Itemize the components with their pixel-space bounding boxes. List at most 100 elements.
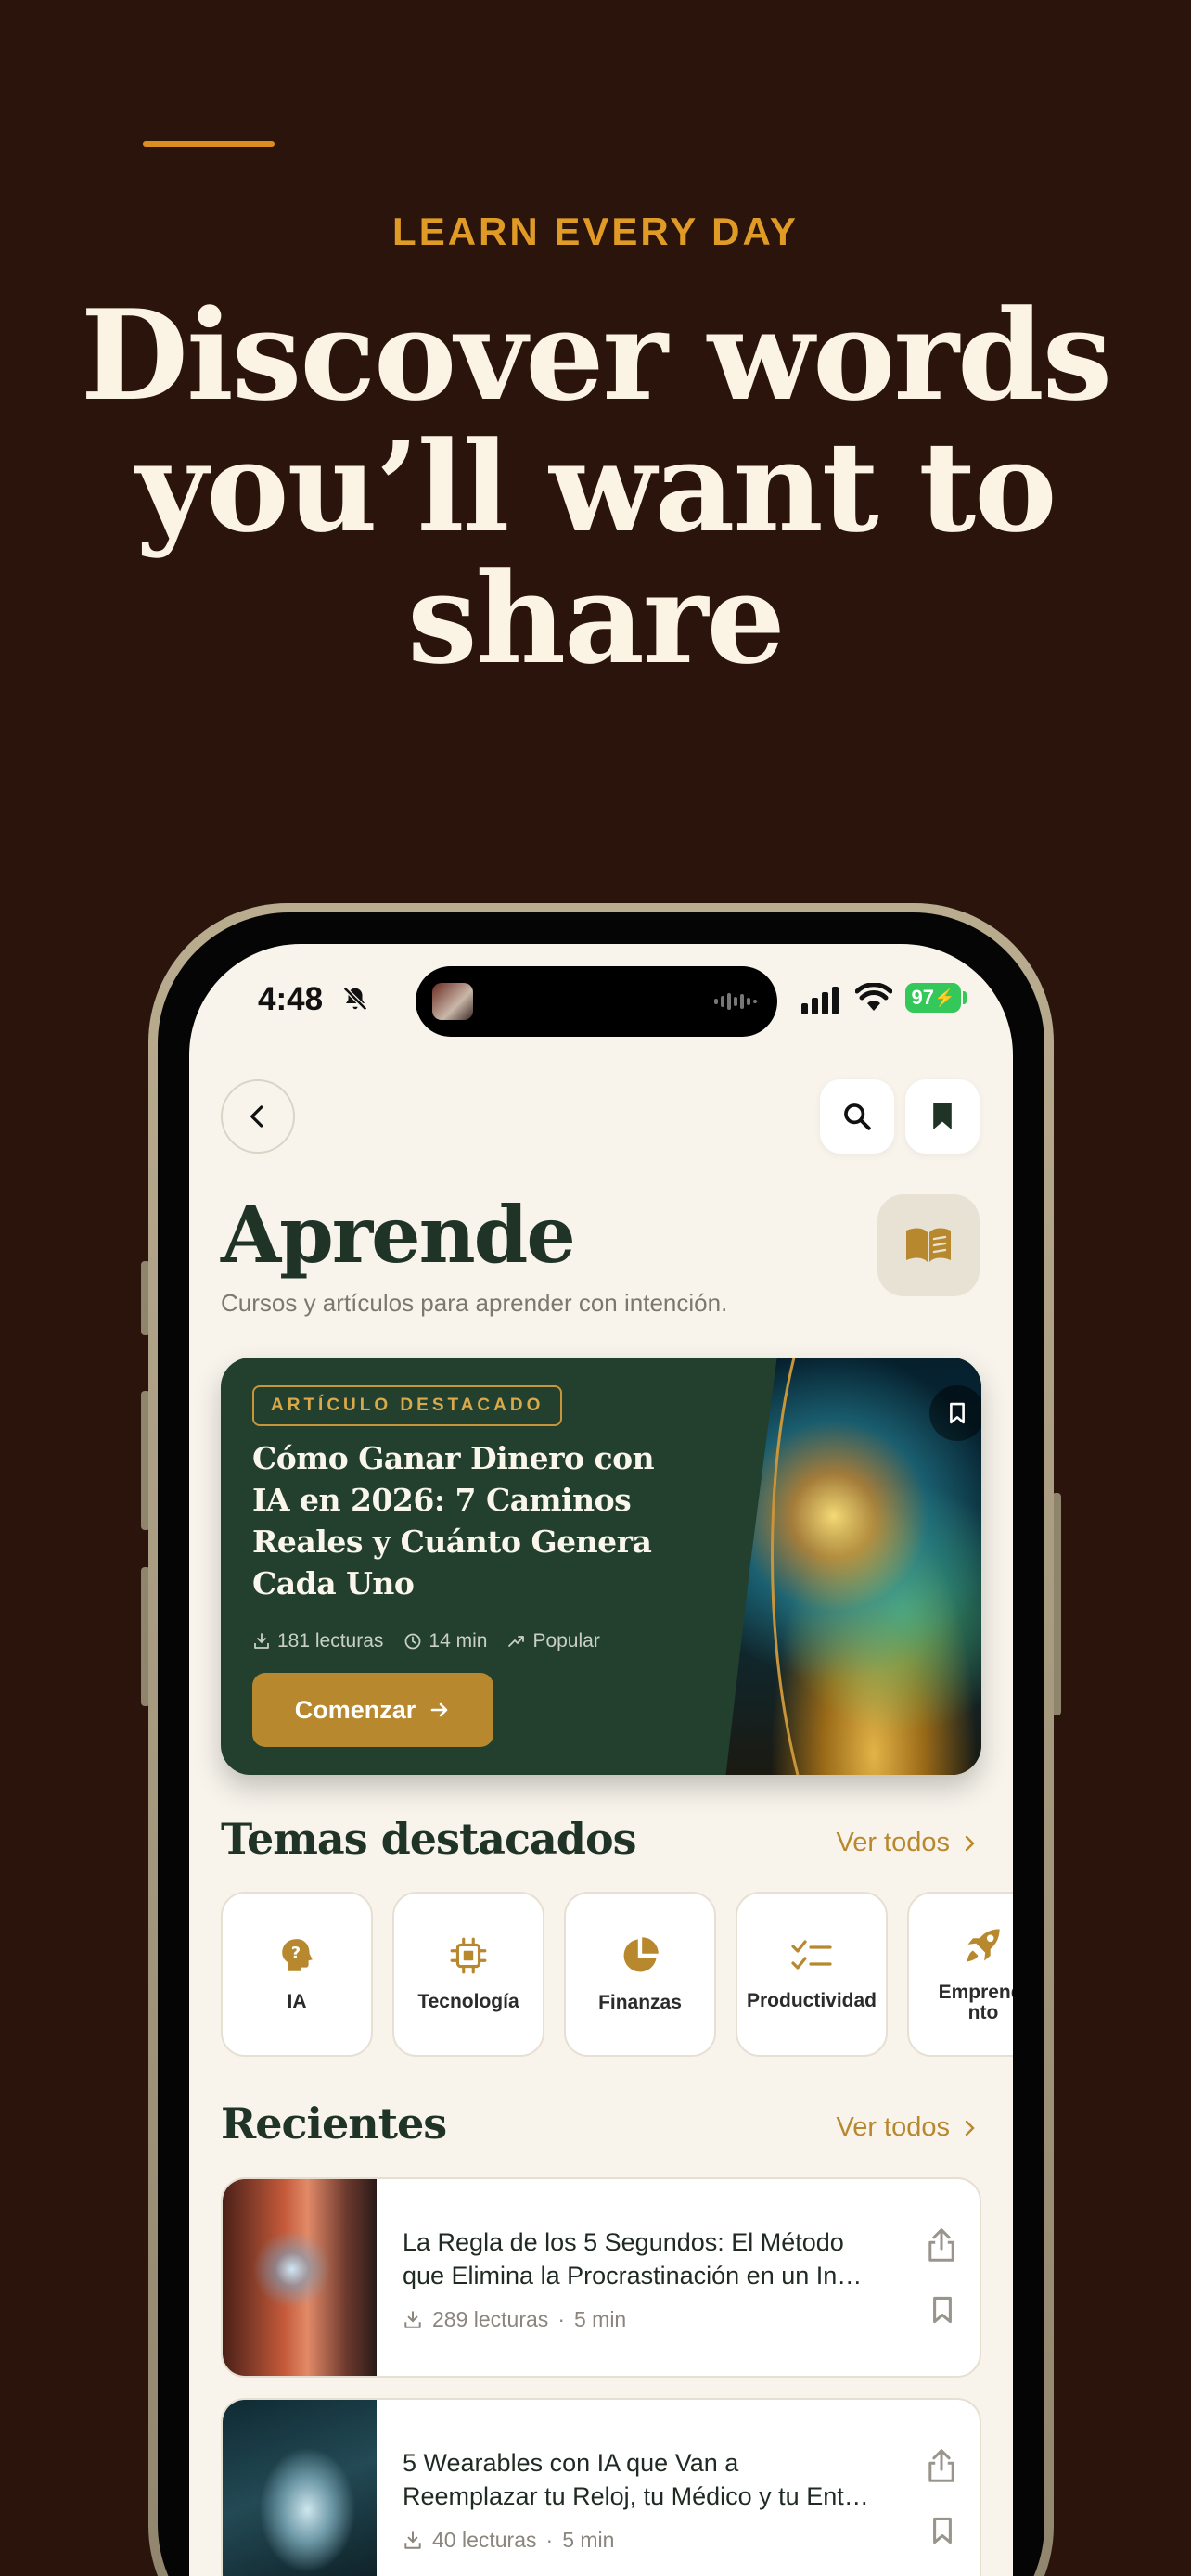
battery-indicator: 97 ⚡ [905,983,961,1013]
article-title: 5 Wearables con IA que Van a Reemplazar … [403,2446,903,2513]
share-icon[interactable] [926,2448,957,2483]
library-button[interactable] [877,1194,980,1296]
topic-chip-ia[interactable]: ? IA [221,1892,373,2057]
featured-title-line: Cada Uno [252,1565,415,1601]
featured-article-card[interactable]: ARTÍCULO DESTACADO Cómo Ganar Dinero con… [221,1358,981,1775]
featured-tag-text: Popular [532,1630,600,1651]
svg-text:?: ? [291,1944,301,1963]
article-title-line: 5 Wearables con IA que Van a [403,2449,739,2477]
brain-question-icon: ? [282,1939,313,1971]
article-title-line: Reemplazar tu Reloj, tu Médico y tu Ent… [403,2482,869,2510]
status-time: 4:48 [258,981,324,1017]
recent-article-card[interactable]: La Regla de los 5 Segundos: El Método qu… [221,2177,981,2378]
bookmark-outline-icon [950,1402,965,1424]
chip-icon [450,1937,487,1974]
see-all-label: Ver todos [836,2112,950,2142]
hero-headline: Discover words you’ll want to share [56,289,1135,684]
open-book-icon [906,1228,951,1262]
featured-badge: ARTÍCULO DESTACADO [252,1385,563,1426]
chevron-right-icon [965,2120,975,2136]
recent-see-all-link[interactable]: Ver todos [836,2112,976,2143]
article-meta: 289 lecturas · 5 min [403,2307,626,2332]
featured-duration-text: 14 min [429,1630,488,1651]
topic-chip-emprendimiento[interactable]: Emprendi nto [907,1892,1013,2057]
pie-chart-icon [623,1937,659,1972]
audio-wave-icon [714,992,757,1011]
meta-separator: · [545,2528,554,2552]
search-button[interactable] [820,1079,894,1154]
signal-icon [801,987,839,1014]
article-title-line: La Regla de los 5 Segundos: El Método [403,2228,844,2256]
arrow-right-icon [430,1702,448,1717]
topic-chip-productividad[interactable]: Productividad [736,1892,888,2057]
featured-title-line: Cómo Ganar Dinero con [252,1440,655,1476]
battery-level: 97 [911,986,935,1009]
article-meta: 40 lecturas · 5 min [403,2528,614,2553]
featured-divider-curve [771,1358,800,1775]
app-screen: 4:48 97 ⚡ Aprende Cursos y artículos par… [189,944,1013,2576]
checklist-icon [791,1940,832,1970]
topic-chip-finanzas[interactable]: Finanzas [564,1892,716,2057]
page-subtitle: Cursos y artículos para aprender con int… [221,1289,728,1317]
reads-icon [404,2310,421,2328]
featured-title-line: Reales y Cuánto Genera [252,1524,652,1560]
saved-button[interactable] [905,1079,980,1154]
article-duration: 5 min [562,2528,615,2552]
article-reads: 289 lecturas [432,2307,549,2331]
article-duration: 5 min [573,2307,627,2331]
hero-headline-line: Discover words [80,282,1112,428]
start-button-label: Comenzar [294,1695,416,1724]
bell-slash-icon [342,986,368,1012]
featured-meta: 181 lecturas 14 min Popular [252,1630,600,1652]
start-button[interactable]: Comenzar [252,1673,493,1747]
topic-label: Finanzas [598,1992,682,2013]
battery-tip [963,991,967,1004]
topics-section-title: Temas destacados [221,1814,637,1864]
article-thumbnail [223,2179,377,2376]
article-thumbnail [223,2400,377,2576]
page-title: Aprende [221,1189,576,1281]
featured-tag: Popular [507,1630,600,1652]
topic-chip-tecnologia[interactable]: Tecnología [392,1892,544,2057]
accent-rule [143,141,275,147]
reads-icon [254,1633,269,1649]
topics-see-all-link[interactable]: Ver todos [836,1828,976,1858]
article-title: La Regla de los 5 Segundos: El Método qu… [403,2225,903,2292]
meta-separator: · [557,2307,565,2331]
bookmark-outline-icon[interactable] [929,2294,955,2326]
article-reads: 40 lecturas [432,2528,537,2552]
bookmark-outline-icon[interactable] [929,2515,955,2546]
bookmark-icon [933,1103,952,1129]
chevron-left-icon [250,1105,263,1128]
trending-icon [508,1636,525,1647]
topic-label: Tecnología [417,1991,519,2012]
recent-section-title: Recientes [221,2098,447,2149]
dynamic-island [416,966,777,1037]
topic-label: IA [287,1991,307,2012]
featured-duration: 14 min [403,1630,487,1652]
featured-reads: 181 lecturas [252,1630,383,1652]
recent-article-card[interactable]: 5 Wearables con IA que Van a Reemplazar … [221,2398,981,2576]
topic-label: Productividad [746,1990,877,2011]
clock-icon [405,1633,421,1650]
featured-title-line: IA en 2026: 7 Caminos [252,1482,632,1518]
share-icon[interactable] [926,2227,957,2263]
now-playing-thumbnail [432,983,473,1020]
topics-row: ? IA Tecnología Finanzas Productividad E… [221,1892,1013,2057]
article-title-line: que Elimina la Procrastinación en un In… [403,2262,863,2289]
topic-label: Emprendi nto [939,1983,1013,2023]
hero-headline-line: share [407,545,786,692]
marketing-screenshot: LEARN EVERY DAY Discover words you’ll wa… [0,0,1191,2576]
hero-headline-line: you’ll want to [135,414,1057,560]
featured-reads-text: 181 lecturas [277,1630,384,1651]
topic-label-line: Emprendi [938,1982,1013,2003]
wifi-icon [855,983,892,1011]
rocket-icon [967,1929,1000,1962]
featured-title: Cómo Ganar Dinero con IA en 2026: 7 Cami… [252,1437,679,1604]
topic-label-line: nto [967,2002,999,2023]
hero-eyebrow: LEARN EVERY DAY [392,210,799,253]
chevron-right-icon [965,1835,975,1851]
featured-bookmark-button[interactable] [929,1385,981,1441]
back-button[interactable] [221,1079,295,1154]
search-icon [844,1103,871,1130]
